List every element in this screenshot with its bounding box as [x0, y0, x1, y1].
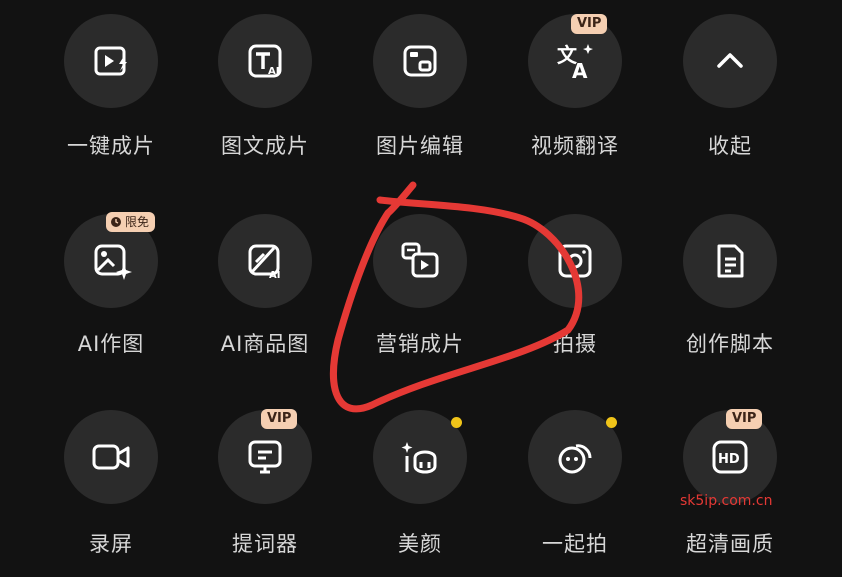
- badge-text: 限免: [125, 215, 150, 229]
- text-ai-icon: AI: [248, 44, 282, 78]
- tool-label: 美颜: [398, 532, 442, 556]
- marketing-video-icon: [401, 242, 439, 278]
- video-flash-icon: [94, 46, 127, 76]
- ai-product-icon: AI: [248, 244, 280, 281]
- clock-icon: [111, 217, 121, 227]
- teleprompter-icon: [248, 440, 282, 474]
- chevron-up-icon: [717, 53, 743, 68]
- ai-image-icon: [94, 244, 132, 280]
- svg-text:AI: AI: [269, 270, 280, 281]
- tool-label: 一起拍: [542, 532, 608, 556]
- tool-circle: [528, 214, 622, 308]
- tool-collapse[interactable]: 收起: [655, 0, 805, 180]
- tool-circle: AI: [218, 214, 312, 308]
- tool-screen-record[interactable]: 录屏: [36, 395, 186, 577]
- hd-icon: HD: [712, 440, 748, 474]
- camera-icon: [558, 244, 592, 278]
- tool-one-click-video[interactable]: 一键成片: [36, 0, 186, 180]
- tool-beauty[interactable]: 美颜: [345, 395, 495, 577]
- beauty-icon: [401, 442, 437, 474]
- vip-badge: VIP: [571, 14, 608, 34]
- vip-badge: VIP: [261, 409, 298, 429]
- tool-label: 超清画质: [686, 532, 774, 556]
- new-dot: [606, 417, 617, 428]
- translate-icon: 文 A: [557, 43, 593, 83]
- tool-label: 收起: [708, 134, 752, 158]
- tool-circle: [373, 14, 467, 108]
- svg-text:HD: HD: [718, 452, 740, 467]
- tool-label: 录屏: [89, 532, 133, 556]
- script-doc-icon: [717, 244, 744, 278]
- tool-marketing-video[interactable]: 营销成片: [345, 200, 495, 380]
- limited-free-badge: 限免: [106, 212, 156, 232]
- tool-label: 一键成片: [67, 134, 155, 158]
- tool-circle: [64, 14, 158, 108]
- tool-circle: [373, 214, 467, 308]
- tool-script[interactable]: 创作脚本: [655, 200, 805, 380]
- vip-badge: VIP: [726, 409, 763, 429]
- tool-hd-quality[interactable]: HD VIP 超清画质: [655, 395, 805, 577]
- screen-record-icon: [92, 444, 130, 470]
- tool-label: 拍摄: [553, 332, 597, 356]
- tool-circle: [683, 214, 777, 308]
- tool-ai-image[interactable]: 限免 AI作图: [36, 200, 186, 380]
- tool-circle: AI: [218, 14, 312, 108]
- shoot-together-icon: [558, 444, 592, 474]
- tool-label: AI商品图: [220, 332, 310, 356]
- tool-label: 营销成片: [376, 332, 464, 356]
- tool-label: AI作图: [77, 332, 145, 356]
- tool-ai-product-image[interactable]: AI AI商品图: [190, 200, 340, 380]
- new-dot: [451, 417, 462, 428]
- tool-video-translate[interactable]: 文 A VIP 视频翻译: [500, 0, 650, 180]
- tool-label: 创作脚本: [686, 332, 774, 356]
- tool-label: 提词器: [232, 532, 298, 556]
- tool-label: 图文成片: [221, 134, 309, 158]
- tool-label: 视频翻译: [531, 134, 619, 158]
- tool-circle: [683, 14, 777, 108]
- svg-text:A: A: [572, 59, 588, 83]
- tool-circle: [64, 410, 158, 504]
- tool-label: 图片编辑: [376, 134, 464, 158]
- watermark: sk5ip.com.cn: [680, 493, 773, 509]
- tool-image-edit[interactable]: 图片编辑: [345, 0, 495, 180]
- image-edit-icon: [403, 45, 437, 77]
- tool-teleprompter[interactable]: VIP 提词器: [190, 395, 340, 577]
- tool-camera[interactable]: 拍摄: [500, 200, 650, 380]
- svg-text:AI: AI: [268, 66, 279, 77]
- tool-shoot-together[interactable]: 一起拍: [500, 395, 650, 577]
- tool-text-to-video[interactable]: AI 图文成片: [190, 0, 340, 180]
